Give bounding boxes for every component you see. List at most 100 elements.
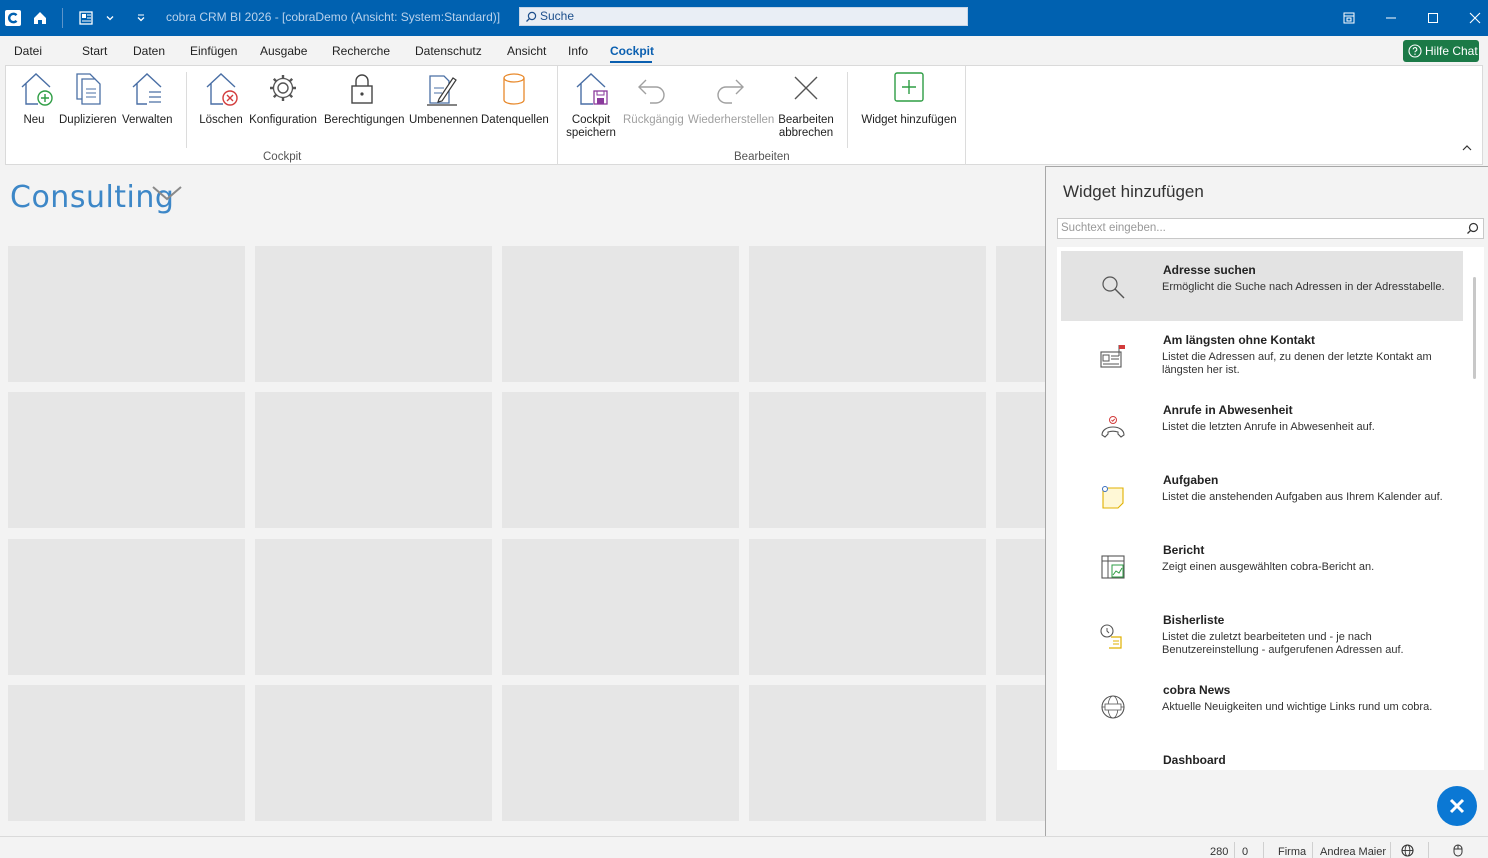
quick-access-icon[interactable] <box>131 8 151 28</box>
menu-daten[interactable]: Daten <box>133 44 165 58</box>
grid-tile[interactable] <box>749 392 986 528</box>
bearbeiten-abbrechen-button[interactable]: Bearbeiten abbrechen <box>777 70 835 140</box>
grid-tile[interactable] <box>749 539 986 675</box>
menu-bar: Datei Start Daten Einfügen Ausgabe Reche… <box>0 36 1488 64</box>
widget-list-scrollbar[interactable] <box>1473 277 1476 379</box>
dashboard-icon <box>1099 763 1127 770</box>
widget-name: Am längsten ohne Kontakt <box>1163 333 1316 347</box>
dropdown-icon[interactable] <box>100 8 120 28</box>
gear-icon <box>270 75 296 101</box>
duplicate-icon <box>76 73 101 105</box>
berechtigungen-button[interactable]: Berechtigungen <box>324 70 405 127</box>
menu-info[interactable]: Info <box>568 44 588 58</box>
close-icon <box>1449 798 1465 814</box>
delete-cockpit-icon <box>206 73 238 106</box>
widget-item-aufgaben[interactable]: Aufgaben Listet die anstehenden Aufgaben… <box>1061 461 1463 531</box>
undo-icon <box>638 79 665 104</box>
verwalten-label: Verwalten <box>122 114 173 126</box>
widget-search-input[interactable]: Suchtext eingeben... <box>1057 218 1484 239</box>
titlebar-separator <box>62 8 63 28</box>
menu-ansicht[interactable]: Ansicht <box>507 44 546 58</box>
widget-item-anrufe-in-abwesenheit[interactable]: Anrufe in Abwesenheit Listet die letzten… <box>1061 391 1463 461</box>
collapse-ribbon-icon[interactable] <box>1461 142 1473 156</box>
address-card-icon[interactable] <box>76 8 96 28</box>
widget-desc: Zeigt einen ausgewählten cobra-Bericht a… <box>1162 561 1375 573</box>
duplizieren-button[interactable]: Duplizieren <box>59 70 117 127</box>
neu-label: Neu <box>23 114 45 126</box>
minimize-icon[interactable] <box>1381 9 1401 27</box>
grid-tile[interactable] <box>502 392 739 528</box>
loeschen-button[interactable]: Löschen <box>199 70 243 127</box>
manage-icon <box>132 73 162 105</box>
home-icon[interactable] <box>30 8 50 28</box>
widget-item-bisherliste[interactable]: Bisherliste Listet die zuletzt bearbeite… <box>1061 601 1463 671</box>
grid-tile[interactable] <box>255 392 492 528</box>
widget-item-am-laengsten-ohne-kontakt[interactable]: Am längsten ohne Kontakt Listet die Adre… <box>1061 321 1463 391</box>
maximize-icon[interactable] <box>1423 9 1443 27</box>
grid-tile[interactable] <box>749 685 986 821</box>
status-selected-count: 0 <box>1242 846 1249 858</box>
grid-tile[interactable] <box>749 246 986 382</box>
cockpit-dropdown-chevron-icon[interactable] <box>150 183 184 206</box>
contact-card-flag-icon <box>1100 345 1125 368</box>
widget-item-bericht[interactable]: Bericht Zeigt einen ausgewählten cobra-B… <box>1061 531 1463 601</box>
widget-item-adresse-suchen[interactable]: Adresse suchen Ermöglicht die Suche nach… <box>1061 251 1463 321</box>
grid-tile[interactable] <box>8 685 245 821</box>
grid-tile[interactable] <box>502 246 739 382</box>
grid-tile[interactable] <box>996 246 1045 382</box>
menu-start[interactable]: Start <box>82 44 107 58</box>
rueckgaengig-button[interactable]: Rückgängig <box>623 70 684 127</box>
widget-name: Bericht <box>1163 543 1205 557</box>
grid-tile[interactable] <box>996 392 1045 528</box>
widget-name: cobra News <box>1163 683 1231 697</box>
umbenennen-button[interactable]: Umbenennen <box>409 70 478 127</box>
verwalten-button[interactable]: Verwalten <box>122 70 173 127</box>
redo-icon <box>717 79 744 104</box>
grid-tile[interactable] <box>255 539 492 675</box>
cobra-logo-icon[interactable] <box>3 8 23 28</box>
global-search-input[interactable]: Suche <box>519 7 968 26</box>
widget-hinzufuegen-button[interactable]: Widget hinzufügen <box>861 70 957 127</box>
grid-tile[interactable] <box>255 685 492 821</box>
history-list-icon <box>1100 624 1122 649</box>
ribbon-separator <box>847 72 848 148</box>
neu-button[interactable]: Neu <box>16 70 53 127</box>
grid-tile[interactable] <box>8 539 245 675</box>
grid-tile[interactable] <box>502 685 739 821</box>
wiederherstellen-label: Wiederherstellen <box>688 114 775 126</box>
cockpit-speichern-button[interactable]: Cockpit speichern <box>565 70 617 140</box>
grid-tile[interactable] <box>502 539 739 675</box>
search-icon[interactable] <box>1466 222 1479 235</box>
grid-tile[interactable] <box>996 685 1045 821</box>
grid-tile[interactable] <box>8 392 245 528</box>
help-chat-label: Hilfe Chat <box>1425 44 1478 58</box>
ribbon-group-separator <box>965 66 966 165</box>
grid-tile[interactable] <box>255 246 492 382</box>
widget-item-cobra-news[interactable]: cobra News Aktuelle Neuigkeiten und wich… <box>1061 671 1463 741</box>
widget-item-dashboard[interactable]: Dashboard <box>1061 741 1463 770</box>
menu-ausgabe[interactable]: Ausgabe <box>260 44 307 58</box>
widget-name: Adresse suchen <box>1163 263 1256 277</box>
wiederherstellen-button[interactable]: Wiederherstellen <box>688 70 775 127</box>
datenquellen-button[interactable]: Datenquellen <box>481 70 549 127</box>
menu-einfuegen[interactable]: Einfügen <box>190 44 237 58</box>
bearbeiten-abbrechen-label-1: Bearbeiten <box>778 114 834 126</box>
menu-datei[interactable]: Datei <box>14 44 42 58</box>
search-icon <box>526 11 537 22</box>
menu-cockpit[interactable]: Cockpit <box>610 44 654 58</box>
close-panel-button[interactable] <box>1437 786 1477 826</box>
widget-desc: Listet die zuletzt bearbeiteten und - je… <box>1162 631 1404 656</box>
globe-icon[interactable] <box>1401 844 1414 858</box>
menu-recherche[interactable]: Recherche <box>332 44 390 58</box>
cockpit-speichern-label-1: Cockpit <box>571 114 611 126</box>
restore-icon[interactable] <box>1339 9 1359 27</box>
menu-datenschutz[interactable]: Datenschutz <box>415 44 482 58</box>
help-chat-icon <box>1408 44 1422 58</box>
status-bar: 280 0 Firma Andrea Maier <box>0 836 1488 858</box>
close-icon[interactable] <box>1465 9 1485 27</box>
grid-tile[interactable] <box>996 539 1045 675</box>
help-chat-button[interactable]: Hilfe Chat <box>1403 40 1479 62</box>
konfiguration-button[interactable]: Konfiguration <box>249 70 317 127</box>
widget-panel-title: Widget hinzufügen <box>1063 182 1204 201</box>
grid-tile[interactable] <box>8 246 245 382</box>
